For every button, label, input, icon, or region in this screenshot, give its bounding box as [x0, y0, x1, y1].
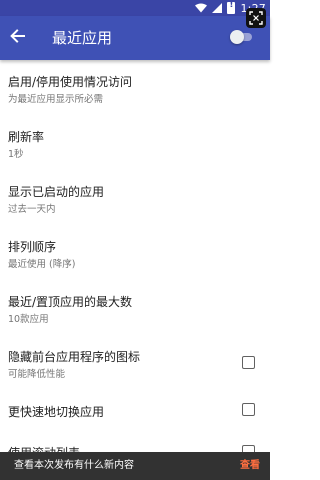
- page-title: 最近应用: [52, 29, 113, 47]
- wifi-icon: [195, 3, 208, 13]
- setting-max-apps[interactable]: 最近/置顶应用的最大数 10款应用: [0, 280, 270, 335]
- setting-show-launched-apps[interactable]: 显示已启动的应用 过去一天内: [0, 170, 270, 225]
- setting-scroll-list[interactable]: 使用滚动列表: [0, 440, 270, 452]
- setting-sort-order[interactable]: 排列顺序 最近使用 (降序): [0, 225, 270, 280]
- checkbox[interactable]: [242, 445, 255, 452]
- settings-list: 启用/停用使用情况访问 为最近应用显示所必需 刷新率 1秒 显示已启动的应用 过…: [0, 60, 270, 452]
- setting-subtitle: 为最近应用显示所必需: [8, 94, 104, 105]
- snackbar-message: 查看本次发布有什么新内容: [14, 460, 134, 471]
- setting-title: 隐藏前台应用程序的图标: [8, 350, 141, 364]
- setting-fast-switch[interactable]: 更快速地切换应用: [0, 390, 270, 445]
- toggle-thumb: [230, 30, 244, 44]
- checkbox[interactable]: [242, 403, 255, 416]
- setting-title: 使用滚动列表: [8, 444, 80, 452]
- setting-subtitle: 1秒: [8, 149, 24, 160]
- setting-subtitle: 最近使用 (降序): [8, 259, 76, 270]
- checkbox[interactable]: [242, 356, 255, 369]
- snackbar: 查看本次发布有什么新内容 查看: [0, 452, 270, 480]
- setting-subtitle: 可能降低性能: [8, 369, 66, 380]
- setting-title: 启用/停用使用情况访问: [8, 75, 133, 89]
- snackbar-view-button[interactable]: 查看: [240, 452, 260, 480]
- setting-title: 刷新率: [8, 130, 45, 144]
- setting-subtitle: 过去一天内: [8, 204, 56, 215]
- setting-subtitle: 10款应用: [8, 314, 49, 325]
- screenshot-icon[interactable]: [246, 8, 266, 28]
- arrow-left-icon: [10, 28, 26, 48]
- master-toggle[interactable]: [230, 30, 252, 44]
- battery-alert-icon: [227, 0, 236, 14]
- setting-title: 更快速地切换应用: [8, 405, 105, 419]
- signal-icon: [212, 3, 223, 13]
- setting-usage-access[interactable]: 启用/停用使用情况访问 为最近应用显示所必需: [0, 60, 270, 115]
- setting-hide-foreground-icon[interactable]: 隐藏前台应用程序的图标 可能降低性能: [0, 335, 270, 390]
- setting-title: 最近/置顶应用的最大数: [8, 295, 133, 309]
- setting-title: 显示已启动的应用: [8, 185, 105, 199]
- back-button[interactable]: [6, 26, 30, 50]
- setting-title: 排列顺序: [8, 240, 57, 254]
- status-bar: 1:27: [0, 0, 270, 16]
- setting-refresh-rate[interactable]: 刷新率 1秒: [0, 115, 270, 170]
